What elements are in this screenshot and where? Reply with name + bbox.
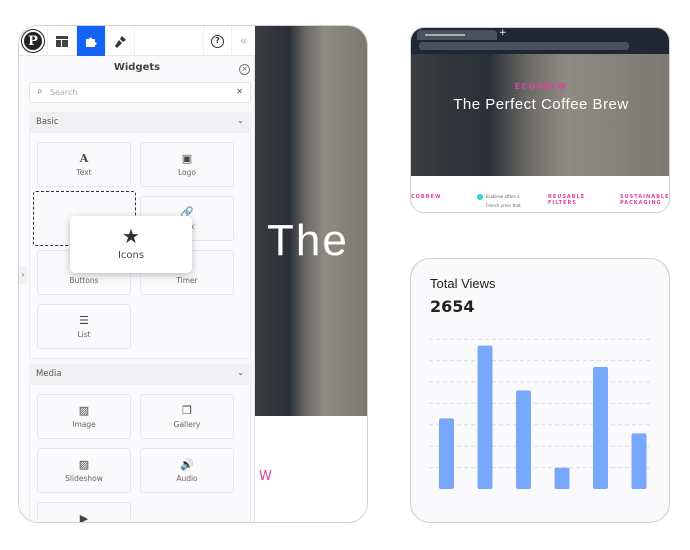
widget-label: Text bbox=[76, 168, 92, 177]
star-icon: ★ bbox=[122, 224, 140, 248]
widget-slideshow[interactable]: ▨ Slideshow bbox=[37, 448, 131, 493]
help-button[interactable]: ? bbox=[203, 26, 232, 56]
widgets-panel: P ? « Widgets × ⌕ Search ✕ Basic ⌄ A Text … bbox=[19, 26, 255, 522]
double-chevron-left-icon: « bbox=[239, 33, 248, 49]
search-icon: ⌕ bbox=[37, 86, 43, 97]
close-panel-button[interactable]: × bbox=[239, 64, 250, 75]
section-label: Basic bbox=[36, 117, 59, 127]
hero-heading: The bbox=[267, 216, 349, 265]
widget-video[interactable]: ▶ bbox=[37, 502, 131, 523]
brush-icon bbox=[114, 35, 126, 48]
feature-label: REUSABLE FILTERS bbox=[548, 194, 586, 206]
browser-preview-card: + ECOBREW The Perfect Coffee Brew COBREW… bbox=[410, 27, 670, 213]
widget-label: Slideshow bbox=[65, 474, 103, 483]
widget-label: Icons bbox=[117, 250, 145, 261]
dragged-widget-icons[interactable]: ★ Icons bbox=[70, 216, 192, 273]
help-icon: ? bbox=[211, 34, 224, 48]
section-media-header[interactable]: Media ⌄ bbox=[29, 364, 251, 385]
gallery-icon: ❐ bbox=[182, 404, 192, 417]
bar bbox=[477, 345, 493, 489]
feature-label: SUSTAINABLE PACKAGING bbox=[620, 194, 670, 206]
widget-image[interactable]: ▨ Image bbox=[37, 394, 131, 439]
panel-title: Widgets bbox=[113, 62, 161, 73]
widget-label: List bbox=[77, 330, 91, 339]
total-views-card: Total Views 2654 bbox=[410, 258, 670, 523]
panel-toolbar: P ? « bbox=[19, 26, 255, 56]
chevron-down-icon: ⌄ bbox=[237, 116, 244, 125]
bar bbox=[516, 390, 531, 489]
video-icon: ▶ bbox=[79, 512, 89, 523]
logo-icon: P bbox=[22, 30, 44, 52]
address-bar[interactable] bbox=[419, 42, 629, 50]
collapse-panel-button[interactable]: « bbox=[232, 26, 255, 56]
widget-label: Timer bbox=[176, 276, 198, 285]
hero-image bbox=[411, 54, 669, 176]
widget-label: Gallery bbox=[173, 420, 201, 429]
widget-gallery[interactable]: ❐ Gallery bbox=[140, 394, 234, 439]
feature-text: French press that bbox=[486, 203, 521, 208]
card-title: Total Views bbox=[430, 276, 496, 291]
chevron-down-icon: ⌄ bbox=[237, 368, 244, 377]
feature-label: COBREW bbox=[411, 194, 442, 200]
section-basic-header[interactable]: Basic ⌄ bbox=[29, 112, 251, 133]
hero-title: The Perfect Coffee Brew bbox=[453, 96, 629, 113]
widget-label: Audio bbox=[176, 474, 198, 483]
feature-text: EcoBrew offers a bbox=[486, 194, 520, 199]
widget-label: Buttons bbox=[69, 276, 99, 285]
brand-label: ECOBREW bbox=[514, 82, 568, 91]
image-icon: ▨ bbox=[78, 404, 90, 417]
bar bbox=[631, 433, 647, 489]
browser-chrome: + bbox=[411, 28, 669, 54]
tab-widgets[interactable] bbox=[77, 26, 106, 56]
section-label: Media bbox=[36, 369, 62, 379]
brand-text-fragment: W bbox=[259, 469, 272, 484]
widget-list[interactable]: ☰ List bbox=[37, 304, 131, 349]
search-input[interactable]: ⌕ Search ✕ bbox=[29, 82, 251, 103]
text-icon: A bbox=[79, 152, 89, 165]
canvas-preview: The W bbox=[255, 26, 367, 522]
slideshow-icon: ▨ bbox=[78, 458, 90, 471]
list-icon: ☰ bbox=[79, 314, 89, 327]
browser-tab[interactable] bbox=[417, 30, 497, 40]
puzzle-icon bbox=[85, 37, 96, 47]
views-bar-chart bbox=[429, 338, 651, 489]
audio-icon: 🔊 bbox=[180, 458, 194, 471]
bar bbox=[439, 418, 454, 489]
tab-style[interactable] bbox=[106, 26, 135, 56]
total-views-value: 2654 bbox=[430, 297, 475, 316]
bar bbox=[554, 467, 570, 489]
check-icon bbox=[477, 194, 483, 200]
widget-label: Logo bbox=[178, 168, 196, 177]
widget-text[interactable]: A Text bbox=[37, 142, 131, 187]
layout-icon bbox=[56, 35, 68, 47]
logo-icon: ▣ bbox=[181, 152, 193, 165]
widget-label: Image bbox=[72, 420, 96, 429]
clear-search-icon[interactable]: ✕ bbox=[236, 87, 243, 96]
widget-audio[interactable]: 🔊 Audio bbox=[140, 448, 234, 493]
brand-logo: P bbox=[19, 26, 48, 56]
widget-logo[interactable]: ▣ Logo bbox=[140, 142, 234, 187]
new-tab-icon[interactable]: + bbox=[499, 28, 507, 38]
tab-layout[interactable] bbox=[48, 26, 77, 56]
page-builder-window: P ? « Widgets × ⌕ Search ✕ Basic ⌄ A Text … bbox=[18, 25, 368, 523]
expand-button[interactable]: › bbox=[19, 266, 27, 284]
bar bbox=[593, 367, 608, 489]
search-placeholder: Search bbox=[50, 88, 78, 97]
